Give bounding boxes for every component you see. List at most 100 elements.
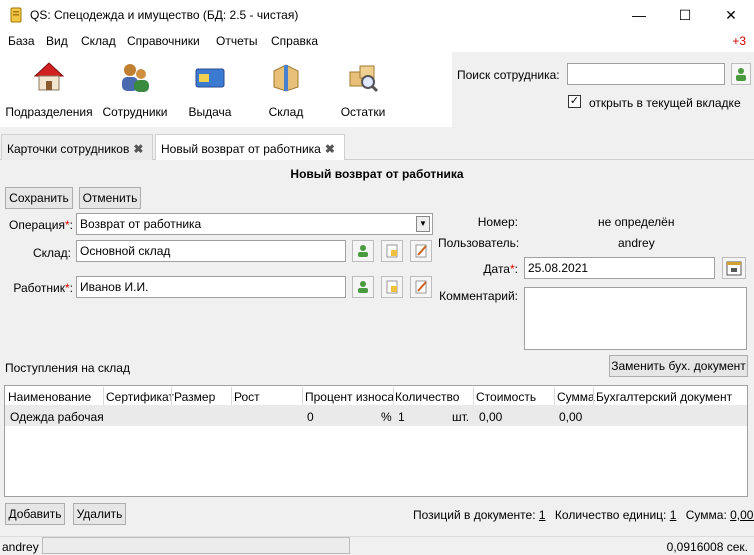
- units-label: Количество единиц:: [554, 508, 667, 522]
- warehouse-field[interactable]: Основной склад: [76, 240, 346, 262]
- warehouse-edit-button[interactable]: [410, 240, 432, 262]
- column-divider[interactable]: [103, 387, 104, 405]
- toolbar-label: Склад: [268, 105, 304, 119]
- warehouse-label: Склад:: [32, 246, 71, 260]
- warehouse-open-button[interactable]: [381, 240, 403, 262]
- person-pick-icon: [736, 68, 746, 81]
- date-field[interactable]: 25.08.2021: [524, 257, 715, 279]
- status-progress-bar: [42, 537, 350, 554]
- column-divider[interactable]: [393, 387, 394, 405]
- column-header[interactable]: Сумма: [557, 390, 595, 404]
- sum-label: Сумма:: [685, 508, 727, 522]
- column-divider[interactable]: [473, 387, 474, 405]
- cell-sum: 0,00: [559, 410, 583, 424]
- people-icon: [122, 64, 149, 92]
- notification-badge[interactable]: +3: [732, 34, 746, 48]
- document-icon: [386, 280, 398, 294]
- close-window-button[interactable]: ✕: [708, 0, 754, 30]
- menu-help[interactable]: Справка: [271, 34, 318, 48]
- user-label: Пользователь:: [438, 236, 520, 250]
- open-in-current-tab-checkbox[interactable]: ✓: [568, 95, 581, 108]
- toolbar-label: Сотрудники: [102, 105, 168, 119]
- column-header[interactable]: Количество: [395, 390, 459, 404]
- chevron-down-icon[interactable]: ▼: [416, 216, 430, 232]
- status-time: 0,0916008 сек.: [666, 540, 748, 554]
- toolbar-warehouse-button[interactable]: Склад: [256, 56, 316, 124]
- box-icon: [273, 64, 299, 92]
- totals-summary: Позиций в документе: 1 Количество единиц…: [413, 508, 754, 522]
- column-header[interactable]: Наименование: [8, 390, 91, 404]
- cell-name: Одежда рабочая: [10, 410, 104, 424]
- menu-baza[interactable]: База: [8, 34, 35, 48]
- calendar-button[interactable]: [722, 257, 746, 279]
- cell-cost[interactable]: 0,00: [479, 410, 502, 424]
- positions-value[interactable]: 1: [539, 508, 546, 522]
- worker-open-button[interactable]: [381, 276, 403, 298]
- menu-view[interactable]: Вид: [46, 34, 68, 48]
- save-button[interactable]: Сохранить: [5, 187, 73, 209]
- close-tab-icon[interactable]: ✖: [325, 142, 335, 156]
- edit-icon: [415, 244, 427, 258]
- column-header[interactable]: Размер: [174, 390, 215, 404]
- toolbar-label: Выдача: [188, 105, 232, 119]
- search-employee-input[interactable]: [567, 63, 725, 85]
- close-icon: ✕: [725, 6, 737, 23]
- operation-value: Возврат от работника: [80, 217, 202, 231]
- warehouse-pick-button[interactable]: [352, 240, 374, 262]
- delete-button[interactable]: Удалить: [73, 503, 126, 525]
- close-tab-icon[interactable]: ✖: [133, 142, 143, 156]
- column-header[interactable]: Процент износа: [305, 390, 394, 404]
- column-divider[interactable]: [593, 387, 594, 405]
- edit-icon: [415, 280, 427, 294]
- status-user: andrey: [2, 540, 39, 554]
- cancel-button[interactable]: Отменить: [79, 187, 141, 209]
- cell-wear[interactable]: 0: [307, 410, 314, 424]
- menu-warehouse[interactable]: Склад: [81, 34, 116, 48]
- receipts-label: Поступления на склад: [5, 361, 130, 375]
- menu-references[interactable]: Справочники: [127, 34, 200, 48]
- column-header[interactable]: Сертификат: [106, 390, 174, 404]
- column-divider[interactable]: [231, 387, 232, 405]
- tab-new-return[interactable]: Новый возврат от работника ✖: [155, 134, 345, 161]
- calendar-icon: [726, 261, 742, 276]
- table-row[interactable]: [5, 405, 747, 426]
- column-divider[interactable]: [554, 387, 555, 405]
- column-divider[interactable]: [302, 387, 303, 405]
- column-header[interactable]: Стоимость: [476, 390, 536, 404]
- comment-field[interactable]: [524, 287, 747, 350]
- card-icon: [195, 68, 225, 88]
- toolbar-employees-button[interactable]: Сотрудники: [98, 56, 172, 124]
- tab-label: Карточки сотрудников: [7, 142, 130, 156]
- units-value[interactable]: 1: [670, 508, 677, 522]
- operation-select[interactable]: Возврат от работника ▼: [76, 213, 433, 235]
- worker-field[interactable]: Иванов И.И.: [76, 276, 346, 298]
- cell-quantity[interactable]: 1: [398, 410, 405, 424]
- positions-label: Позиций в документе:: [413, 508, 536, 522]
- number-value: не определён: [598, 215, 675, 229]
- toolbar-issue-button[interactable]: Выдача: [180, 56, 240, 124]
- column-divider[interactable]: [171, 387, 172, 405]
- tab-employee-cards[interactable]: Карточки сотрудников ✖: [1, 134, 153, 160]
- add-button[interactable]: Добавить: [5, 503, 65, 525]
- menu-reports[interactable]: Отчеты: [216, 34, 257, 48]
- comment-label: Комментарий:: [439, 289, 518, 303]
- maximize-icon: ☐: [678, 6, 692, 23]
- tab-label: Новый возврат от работника: [161, 142, 321, 156]
- date-label: Дата*:: [483, 262, 518, 276]
- document-icon: [386, 244, 398, 258]
- boxes-search-icon: [349, 65, 379, 93]
- toolbar-departments-button[interactable]: Подразделения: [4, 56, 94, 124]
- replace-accounting-doc-button[interactable]: Заменить бух. документ: [609, 355, 748, 377]
- minimize-button[interactable]: —: [616, 0, 662, 30]
- sum-value[interactable]: 0,00 ₽: [730, 508, 754, 522]
- search-employee-button[interactable]: [731, 63, 751, 85]
- cell-wear-unit: %: [381, 410, 392, 424]
- pick-icon: [358, 281, 368, 293]
- document-title: Новый возврат от работника: [290, 167, 464, 181]
- column-header[interactable]: Рост: [234, 390, 260, 404]
- column-header[interactable]: Бухгалтерский документ: [596, 390, 732, 404]
- maximize-button[interactable]: ☐: [662, 0, 708, 30]
- worker-pick-button[interactable]: [352, 276, 374, 298]
- worker-edit-button[interactable]: [410, 276, 432, 298]
- toolbar-stock-button[interactable]: Остатки: [333, 56, 393, 124]
